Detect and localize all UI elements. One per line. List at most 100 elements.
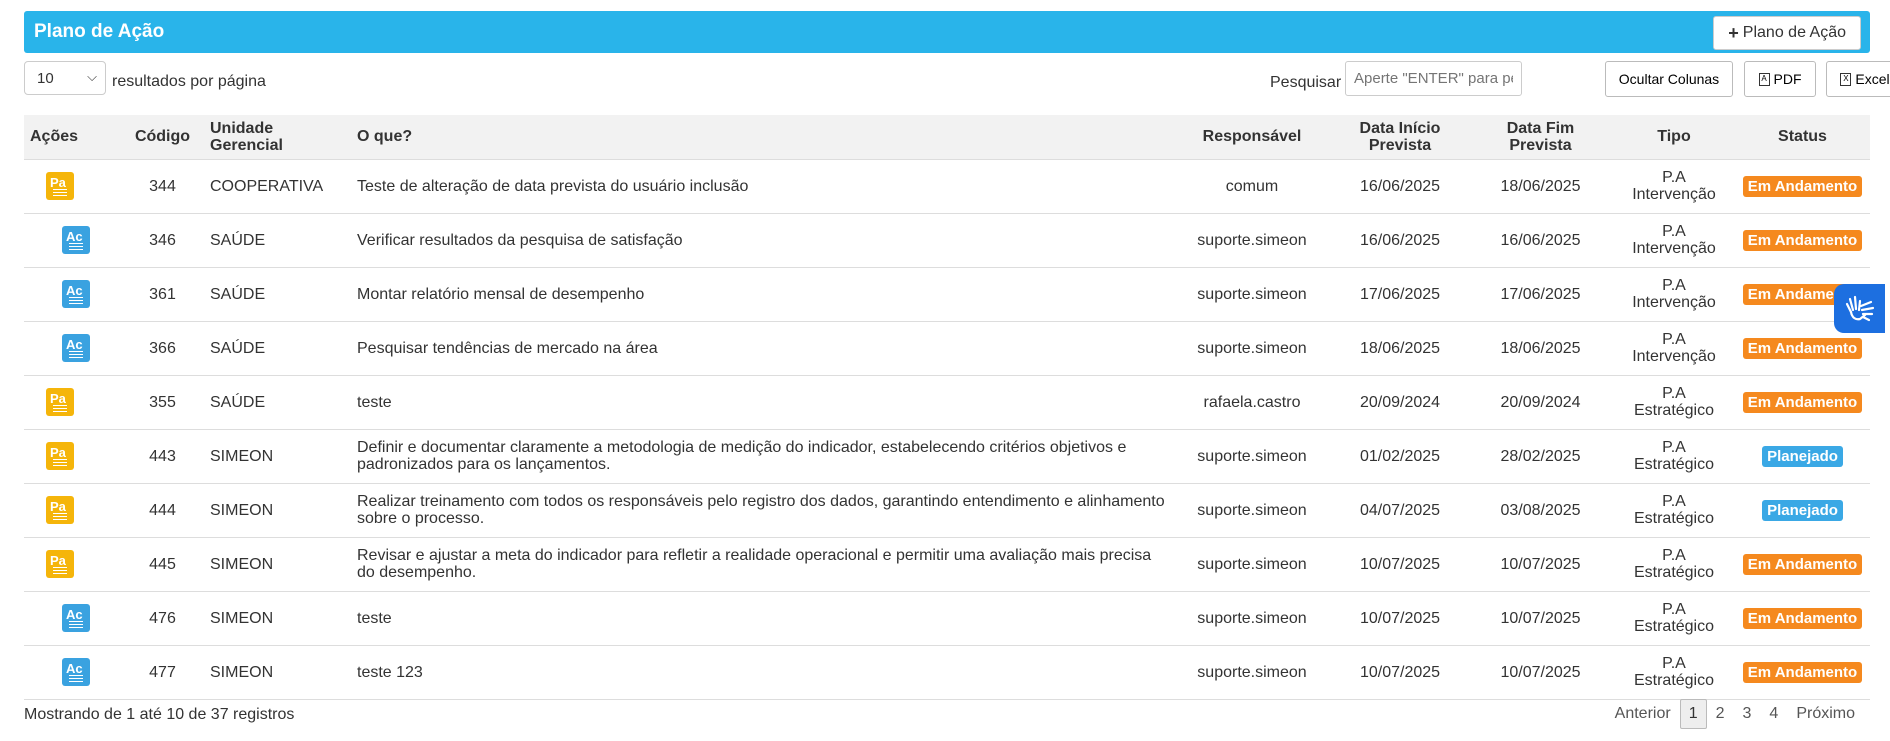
cell-fim: 16/06/2025: [1468, 213, 1613, 268]
status-badge: Em Andamento: [1742, 553, 1863, 575]
plan-action-icon[interactable]: Pa: [46, 550, 74, 578]
action-icon[interactable]: Ac: [62, 334, 90, 362]
cell-responsavel: suporte.simeon: [1172, 483, 1332, 538]
tipo-l2: Estratégico: [1633, 402, 1715, 419]
page-size-value: 10: [37, 70, 54, 87]
cell-responsavel: suporte.simeon: [1172, 645, 1332, 700]
col-status[interactable]: Status: [1735, 115, 1870, 160]
table-row: Pa 444 SIMEON Realizar treinamento com todo…: [24, 483, 1870, 538]
pagination-prev[interactable]: Anterior: [1606, 705, 1680, 723]
pagination-page[interactable]: 2: [1707, 705, 1734, 723]
cell-status: Em Andamento: [1735, 645, 1870, 700]
cell-codigo: 344: [121, 159, 204, 214]
cell-acoes: Ac: [24, 645, 121, 700]
cell-fim: 10/07/2025: [1468, 537, 1613, 592]
col-inicio[interactable]: Data Início Prevista: [1332, 115, 1468, 160]
cell-oque: Teste de alteração de data prevista do u…: [351, 159, 1172, 214]
cell-oque: Revisar e ajustar a meta do indicador pa…: [351, 537, 1172, 592]
cell-oque: teste 123: [351, 645, 1172, 700]
pagination-page[interactable]: 1: [1679, 699, 1707, 729]
col-oque[interactable]: O que?: [351, 115, 1172, 160]
col-fim-l1: Data Fim: [1506, 119, 1575, 137]
cell-responsavel: suporte.simeon: [1172, 321, 1332, 376]
cell-codigo: 444: [121, 483, 204, 538]
search-input[interactable]: [1345, 61, 1522, 96]
action-icon[interactable]: Ac: [62, 280, 90, 308]
cell-codigo: 346: [121, 213, 204, 268]
excel-button[interactable]: X Excel: [1826, 61, 1890, 97]
tipo-l1: P.A: [1662, 385, 1686, 402]
status-badge: Planejado: [1762, 445, 1843, 467]
cell-status: Planejado: [1735, 429, 1870, 484]
col-inicio-l1: Data Início: [1359, 119, 1441, 137]
cell-unidade: SIMEON: [204, 429, 351, 484]
plan-action-icon[interactable]: Pa: [46, 172, 74, 200]
col-unidade[interactable]: Unidade Gerencial: [204, 115, 351, 160]
action-icon[interactable]: Ac: [62, 658, 90, 686]
tipo-l1: P.A: [1662, 655, 1686, 672]
cell-codigo: 366: [121, 321, 204, 376]
cell-oque: Montar relatório mensal de desempenho: [351, 267, 1172, 322]
tipo-l1: P.A: [1662, 547, 1686, 564]
cell-oque: Verificar resultados da pesquisa de sati…: [351, 213, 1172, 268]
plan-action-icon[interactable]: Pa: [46, 388, 74, 416]
cell-inicio: 16/06/2025: [1332, 213, 1468, 268]
col-tipo[interactable]: Tipo: [1613, 115, 1735, 160]
status-badge: Em Andamento: [1742, 337, 1863, 359]
tipo-l1: P.A: [1662, 223, 1686, 240]
cell-responsavel: suporte.simeon: [1172, 429, 1332, 484]
chevron-down-icon: ⌵: [87, 69, 97, 84]
cell-inicio: 10/07/2025: [1332, 537, 1468, 592]
col-acoes[interactable]: Ações: [24, 115, 121, 160]
cell-unidade: SAÚDE: [204, 321, 351, 376]
cell-tipo: P.A Estratégico: [1613, 483, 1735, 538]
status-badge: Em Andamento: [1742, 229, 1863, 251]
cell-acoes: Ac: [24, 591, 121, 646]
cell-responsavel: suporte.simeon: [1172, 537, 1332, 592]
cell-inicio: 10/07/2025: [1332, 645, 1468, 700]
cell-oque: Pesquisar tendências de mercado na área: [351, 321, 1172, 376]
pagination-page[interactable]: 3: [1734, 705, 1761, 723]
page-size-select[interactable]: 10 ⌵: [24, 61, 106, 95]
pdf-button[interactable]: A PDF: [1744, 61, 1816, 97]
cell-acoes: Pa: [24, 375, 121, 430]
cell-codigo: 477: [121, 645, 204, 700]
cell-responsavel: suporte.simeon: [1172, 213, 1332, 268]
cell-codigo: 355: [121, 375, 204, 430]
pagination-next[interactable]: Próximo: [1787, 705, 1864, 723]
status-badge: Em Andamento: [1742, 607, 1863, 629]
action-icon[interactable]: Ac: [62, 604, 90, 632]
tipo-l2: Estratégico: [1633, 510, 1715, 527]
records-info: Mostrando de 1 até 10 de 37 registros: [24, 706, 295, 723]
search-label: Pesquisar: [1270, 74, 1342, 91]
plan-action-icon[interactable]: Pa: [46, 442, 74, 470]
col-responsavel[interactable]: Responsável: [1172, 115, 1332, 160]
action-icon[interactable]: Ac: [62, 226, 90, 254]
col-codigo[interactable]: Código: [121, 115, 204, 160]
col-unidade-l2: Gerencial: [210, 136, 283, 154]
cell-acoes: Pa: [24, 483, 121, 538]
cell-codigo: 445: [121, 537, 204, 592]
table-row: Pa 355 SAÚDE teste rafaela.castro 20/09/2024 2…: [24, 375, 1870, 430]
status-badge: Em Andamento: [1742, 391, 1863, 413]
hide-columns-button[interactable]: Ocultar Colunas: [1605, 61, 1733, 97]
cell-oque: teste: [351, 375, 1172, 430]
col-inicio-l2: Prevista: [1368, 136, 1432, 154]
cell-status: Em Andamento: [1735, 537, 1870, 592]
pagination-page[interactable]: 4: [1760, 705, 1787, 723]
accessibility-widget[interactable]: [1834, 284, 1885, 333]
cell-status: Em Andamento: [1735, 213, 1870, 268]
cell-oque: Realizar treinamento com todos os respon…: [351, 483, 1172, 538]
tipo-l1: P.A: [1662, 169, 1686, 186]
cell-tipo: P.A Intervenção: [1613, 213, 1735, 268]
cell-tipo: P.A Estratégico: [1613, 375, 1735, 430]
cell-status: Planejado: [1735, 483, 1870, 538]
cell-fim: 17/06/2025: [1468, 267, 1613, 322]
add-action-plan-button[interactable]: + Plano de Ação: [1713, 16, 1861, 50]
cell-tipo: P.A Estratégico: [1613, 645, 1735, 700]
table-row: Ac 346 SAÚDE Verificar resultados da pesqui…: [24, 213, 1870, 268]
cell-inicio: 16/06/2025: [1332, 159, 1468, 214]
tipo-l1: P.A: [1662, 439, 1686, 456]
col-fim[interactable]: Data Fim Prevista: [1468, 115, 1613, 160]
plan-action-icon[interactable]: Pa: [46, 496, 74, 524]
